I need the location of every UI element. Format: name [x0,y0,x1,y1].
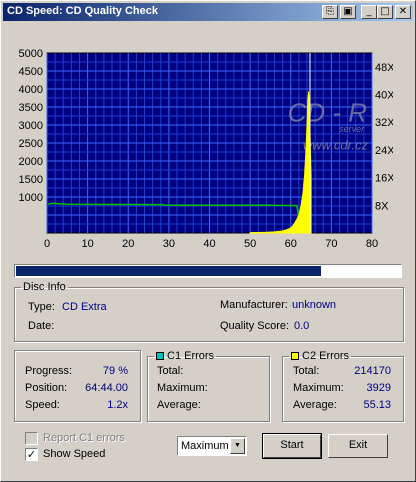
minimize-icon[interactable]: _ [361,5,377,19]
type-value: CD Extra [62,301,107,313]
x-tick-label: 30 [163,238,175,250]
manufacturer-label: Manufacturer: [220,299,288,311]
y-tick-label: 2500 [19,138,43,150]
y-tick-label: 4500 [19,66,43,78]
x-tick-label: 0 [44,238,50,250]
y-tick-label: 1000 [19,192,43,204]
disc-info-legend: Disc Info [23,281,66,293]
c1-errors-title: C1 Errors [167,350,215,362]
progress-bar-fill [16,266,321,276]
x-tick-label: 60 [285,238,297,250]
y2-tick-label: 40X [375,90,393,102]
chevron-down-icon[interactable]: ▼ [230,438,245,454]
date-label: Date: [28,320,55,332]
show-speed-label[interactable]: Show Speed [43,448,105,460]
start-button[interactable]: Start [262,433,322,459]
y-tick-label: 3000 [19,120,43,132]
close-icon[interactable]: ✕ [395,5,411,19]
title-bar[interactable]: CD Speed: CD Quality Check ⎘ ▣ _ □ ✕ [3,3,413,21]
watermark-subtitle: server [339,124,365,134]
quality-score-value: 0.0 [294,320,310,332]
window-title: CD Speed: CD Quality Check [7,5,158,17]
quality-chart: CD - Rserver www.cdr.cz 0 10 20 30 40 50 60 70 80 1… [13,47,396,257]
c1-color-swatch [156,352,164,360]
c2-maximum-value: 3929 [366,382,391,394]
y2-tick-label: 24X [375,145,393,157]
chart-svg: CD - Rserver www.cdr.cz 0 10 20 30 40 50 60 70 80 1… [19,48,396,250]
save-icon[interactable]: ▣ [340,5,356,19]
c1-maximum-label: Maximum: [157,382,208,394]
progress-bar [14,264,402,278]
c1-total-label: Total: [157,365,184,377]
y-tick-label: 3500 [19,102,43,114]
position-value: 64:44.00 [85,382,128,394]
c1-errors-legend: C1 Errors [154,350,216,362]
c2-average-value: 55.13 [363,399,391,411]
copy-icon[interactable]: ⎘ [322,5,338,19]
report-c1-label[interactable]: Report C1 errors [43,432,125,444]
watermark-title: CD - R [288,97,367,127]
c2-color-swatch [291,352,299,360]
y-tick-label: 2000 [19,156,43,168]
x-tick-label: 40 [203,238,215,250]
y2-tick-label: 48X [375,62,393,74]
type-label: Type: [28,301,55,313]
manufacturer-value: unknown [292,299,337,311]
x-tick-label: 20 [122,238,134,250]
x-tick-label: 70 [325,238,337,250]
progress-value: 79 % [102,365,128,377]
maximize-icon[interactable]: □ [377,5,393,19]
progress-label: Progress: [25,365,73,377]
c1-average-label: Average: [157,399,201,411]
c2-total-value: 214170 [354,365,391,377]
c2-errors-title: C2 Errors [302,350,350,362]
y-tick-label: 4000 [19,84,43,96]
y-tick-label: 1500 [19,174,43,186]
c2-total-label: Total: [293,365,320,377]
mode-select[interactable]: Maximum ▼ [177,436,247,456]
mode-select-value: Maximum [181,440,229,452]
watermark-url: www.cdr.cz [303,137,369,152]
cd-quality-check-window: CD Speed: CD Quality Check ⎘ ▣ _ □ ✕ CD … [0,0,416,482]
position-label: Position: [25,382,68,394]
y2-tick-label: 32X [375,117,393,129]
x-tick-label: 80 [366,238,378,250]
x-tick-label: 10 [82,238,94,250]
c2-errors-legend: C2 Errors [289,350,351,362]
speed-value: 1.2x [107,399,128,411]
y2-tick-label: 8X [375,200,389,212]
speed-label: Speed: [25,399,60,411]
y-tick-label: 5000 [19,48,43,60]
show-speed-checkbox[interactable]: ✓ [25,448,38,461]
quality-score-label: Quality Score: [220,320,290,332]
report-c1-checkbox[interactable] [25,432,38,445]
y2-tick-label: 16X [375,173,393,185]
exit-button[interactable]: Exit [328,434,388,458]
x-tick-label: 50 [244,238,256,250]
